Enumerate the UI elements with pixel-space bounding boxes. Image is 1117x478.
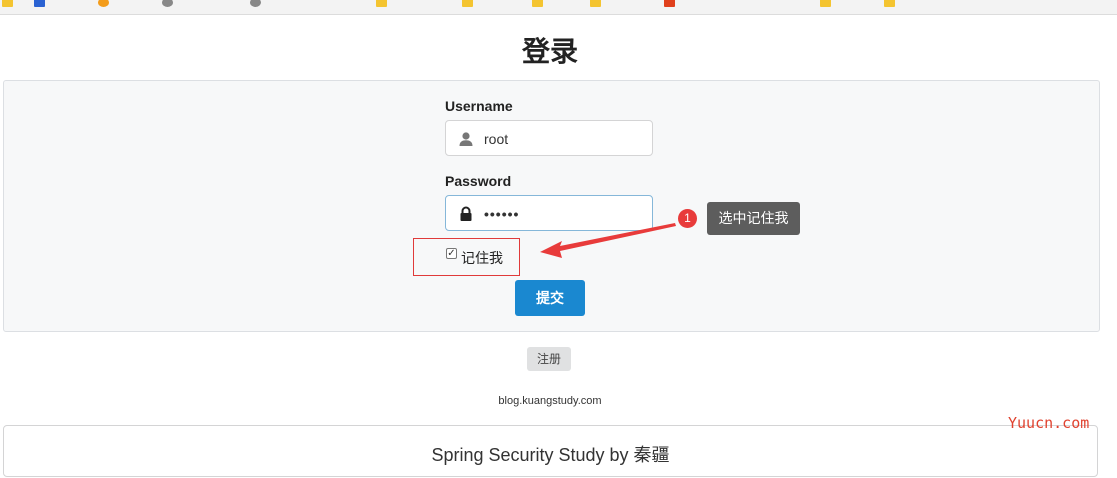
step-badge: 1 <box>678 209 697 228</box>
annotation-arrow <box>540 223 676 258</box>
watermark: Yuucn.com <box>1008 414 1090 432</box>
annotation-tooltip: 选中记住我 <box>707 202 800 235</box>
